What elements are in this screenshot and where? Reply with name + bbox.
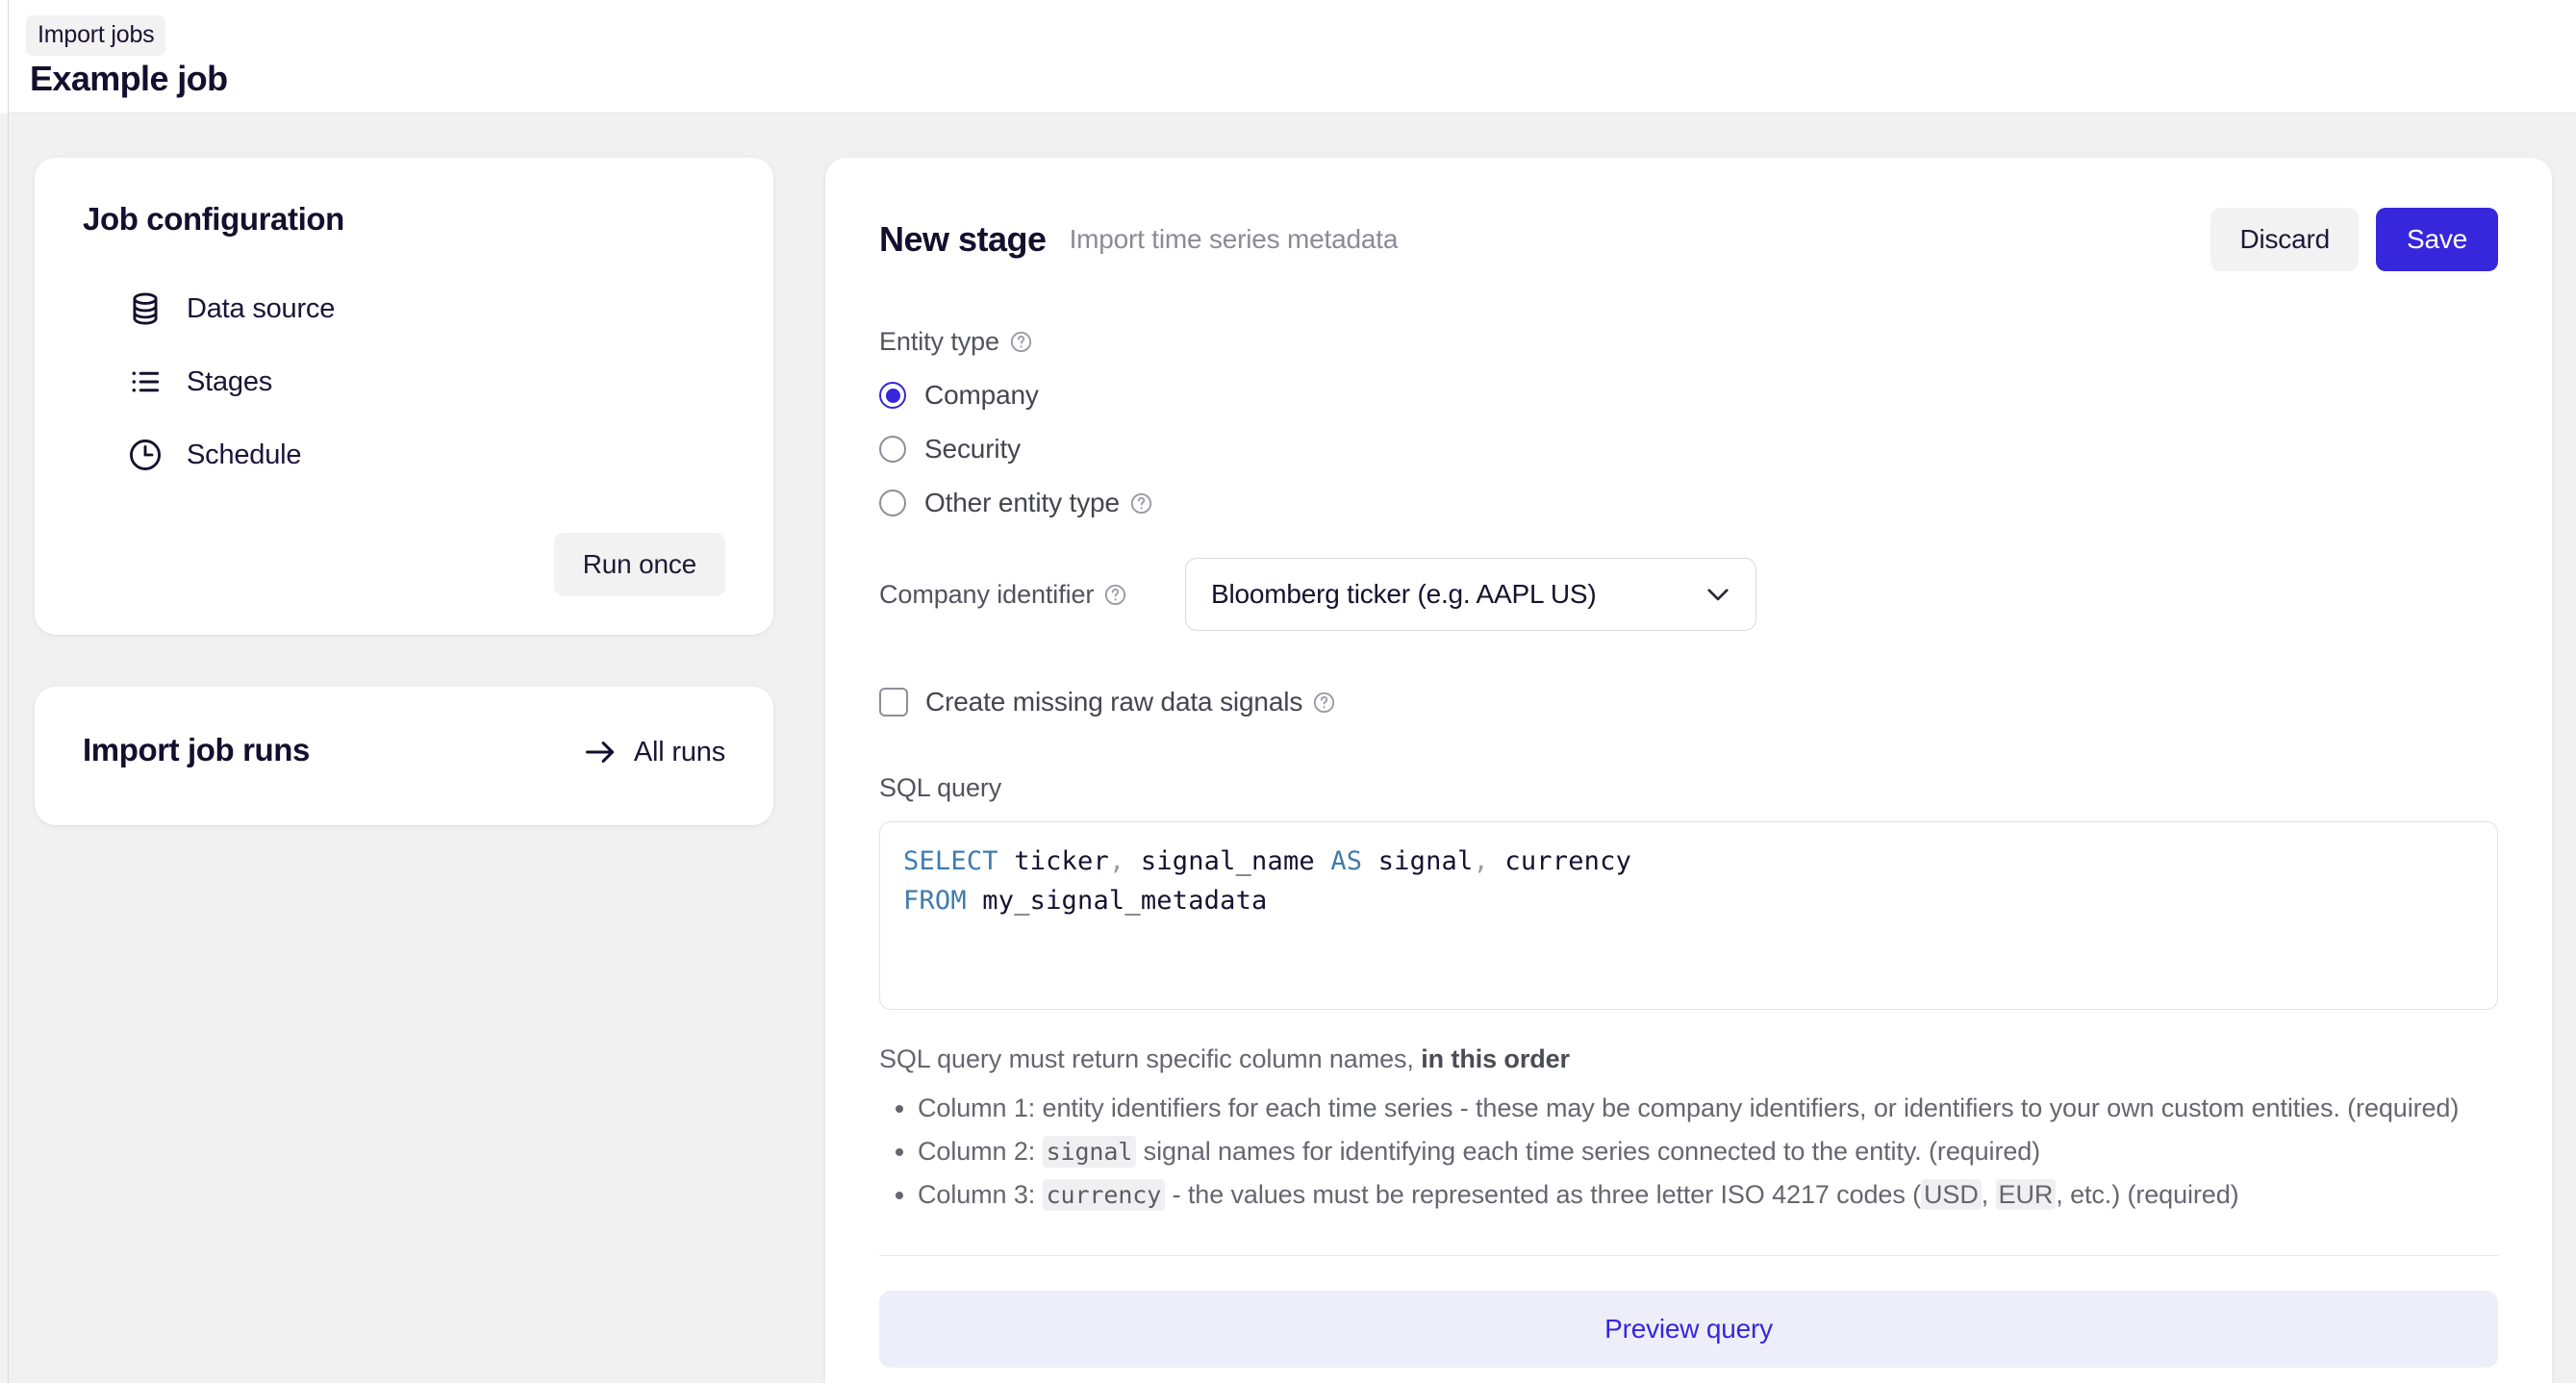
right-column: New stage Import time series metadata Di…	[825, 158, 2552, 1383]
sql-hint-title-bold: in this order	[1421, 1044, 1570, 1073]
radio-label: Company	[924, 379, 1039, 412]
sql-text: signal_name	[1124, 846, 1331, 876]
sql-comma: ,	[1108, 846, 1125, 876]
radio-option-other-entity-type[interactable]: Other entity type	[879, 487, 2498, 519]
job-configuration-title: Job configuration	[83, 201, 344, 237]
sql-hint-item-1: Column 1: entity identifiers for each ti…	[918, 1087, 2498, 1130]
page-content: Job configuration Data source Stages Sch…	[9, 113, 2576, 1383]
sql-keyword-as: AS	[1330, 846, 1363, 876]
radio-option-company[interactable]: Company	[879, 379, 2498, 412]
sidebar-item-label: Data source	[187, 293, 336, 324]
sql-query-editor[interactable]: SELECT ticker, signal_name AS signal, cu…	[879, 821, 2498, 1010]
entity-type-group: Entity type Company Security Other entit…	[879, 325, 2498, 519]
sql-query-line-2: FROM my_signal_metadata	[903, 881, 2474, 920]
all-runs-link[interactable]: All runs	[584, 731, 725, 769]
sidebar-item-schedule[interactable]: Schedule	[83, 427, 725, 483]
create-missing-signals-row[interactable]: Create missing raw data signals	[879, 687, 2498, 717]
help-icon[interactable]	[1009, 330, 1033, 354]
radio-label: Other entity type	[924, 487, 1153, 519]
stage-actions: Discard Save	[2210, 208, 2498, 271]
collapsed-nav-rail-lower	[0, 113, 9, 1383]
import-job-runs-card: Import job runs All runs	[35, 687, 773, 825]
sidebar-item-label: Schedule	[187, 440, 302, 470]
sql-hint-title: SQL query must return specific column na…	[879, 1043, 2498, 1075]
breadcrumb-import-jobs[interactable]: Import jobs	[26, 15, 166, 56]
database-icon	[127, 290, 164, 327]
run-once-button[interactable]: Run once	[553, 533, 725, 596]
sidebar-item-stages[interactable]: Stages	[83, 354, 725, 410]
chevron-down-icon	[1702, 578, 1734, 611]
stage-header: New stage Import time series metadata Di…	[879, 204, 2498, 275]
checkbox-indicator	[879, 688, 908, 717]
company-identifier-row: Company identifier Bloomberg ticker (e.g…	[879, 558, 2498, 631]
sql-hint-item-1-text: Column 1: entity identifiers for each ti…	[918, 1094, 2460, 1122]
run-once-row: Run once	[83, 533, 725, 596]
radio-indicator	[879, 490, 906, 516]
app-root: Import jobs Example job Job configuratio…	[0, 0, 2576, 1383]
help-icon[interactable]	[1129, 491, 1153, 515]
stage-title: New stage	[879, 219, 1047, 259]
radio-label-text: Security	[924, 434, 1021, 464]
sql-hint-item-3-mid: - the values must be represented as thre…	[1165, 1180, 1922, 1209]
inline-code-eur: EUR	[1995, 1179, 2057, 1210]
page-title: Example job	[30, 59, 228, 98]
job-configuration-card: Job configuration Data source Stages Sch…	[35, 158, 773, 635]
radio-option-security[interactable]: Security	[879, 433, 2498, 465]
list-icon	[127, 364, 164, 400]
entity-type-label: Entity type	[879, 325, 1033, 358]
sql-hint-item-2-pre: Column 2:	[918, 1137, 1043, 1166]
sql-hint-item-2-post: signal names for identifying each time s…	[1136, 1137, 2041, 1166]
job-configuration-nav: Data source Stages Schedule	[83, 281, 725, 483]
sql-hint-list: Column 1: entity identifiers for each ti…	[879, 1087, 2498, 1217]
company-identifier-label-text: Company identifier	[879, 580, 1095, 609]
sql-text: signal	[1362, 846, 1474, 876]
sql-text: my_signal_metadata	[966, 886, 1268, 916]
company-identifier-select[interactable]: Bloomberg ticker (e.g. AAPL US)	[1185, 558, 1756, 631]
create-missing-signals-label: Create missing raw data signals	[925, 687, 1336, 717]
radio-indicator	[879, 382, 906, 409]
sql-hint-item-3: Column 3: currency - the values must be …	[918, 1173, 2498, 1217]
radio-indicator	[879, 436, 906, 463]
entity-type-label-text: Entity type	[879, 327, 999, 356]
clock-icon	[127, 437, 164, 473]
inline-code-signal: signal	[1042, 1136, 1137, 1168]
help-icon[interactable]	[1312, 691, 1336, 715]
sql-query-label-text: SQL query	[879, 773, 1002, 802]
all-runs-label: All runs	[633, 737, 725, 767]
discard-button[interactable]: Discard	[2210, 208, 2359, 271]
left-column: Job configuration Data source Stages Sch…	[35, 158, 773, 825]
inline-code-currency: currency	[1042, 1179, 1166, 1211]
new-stage-card: New stage Import time series metadata Di…	[825, 158, 2552, 1383]
sql-keyword-select: SELECT	[903, 846, 998, 876]
preview-query-button[interactable]: Preview query	[879, 1291, 2498, 1368]
sidebar-item-data-source[interactable]: Data source	[83, 281, 725, 337]
import-job-runs-title: Import job runs	[83, 732, 310, 767]
sql-hint-item-3-post: , etc.) (required)	[2056, 1180, 2239, 1209]
sql-query-label: SQL query	[879, 771, 2498, 804]
company-identifier-label: Company identifier	[879, 578, 1168, 611]
sql-text: ticker	[998, 846, 1109, 876]
sql-hint-title-plain: SQL query must return specific column na…	[879, 1044, 1422, 1073]
sql-keyword-from: FROM	[903, 886, 967, 916]
radio-label-text: Other entity type	[924, 488, 1120, 517]
sidebar-item-label: Stages	[187, 366, 273, 397]
stage-subtitle: Import time series metadata	[1069, 224, 1399, 254]
create-missing-signals-label-text: Create missing raw data signals	[925, 687, 1303, 717]
sql-hint-item-3-pre: Column 3:	[918, 1180, 1043, 1209]
sql-text: currency	[1488, 846, 1632, 876]
top-bar: Import jobs Example job	[9, 0, 2576, 113]
arrow-right-icon	[584, 738, 619, 767]
sql-query-line-1: SELECT ticker, signal_name AS signal, cu…	[903, 842, 2474, 881]
radio-label: Security	[924, 433, 1021, 465]
sql-hint-item-2: Column 2: signal signal names for identi…	[918, 1130, 2498, 1173]
company-identifier-value: Bloomberg ticker (e.g. AAPL US)	[1211, 579, 1597, 609]
help-icon[interactable]	[1103, 583, 1127, 607]
sql-hint-item-3-sep: ,	[1981, 1180, 1996, 1209]
radio-label-text: Company	[924, 380, 1039, 410]
sql-comma: ,	[1473, 846, 1489, 876]
inline-code-usd: USD	[1921, 1179, 1982, 1210]
section-divider	[879, 1255, 2498, 1256]
save-button[interactable]: Save	[2375, 208, 2498, 271]
